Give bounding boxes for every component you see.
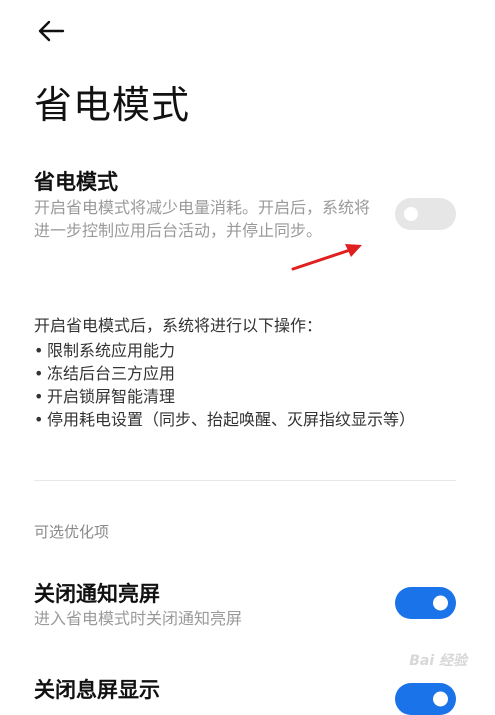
bullet-icon: • [34, 341, 44, 360]
notification-wake-toggle[interactable] [395, 587, 456, 619]
bullet-icon: • [34, 387, 44, 406]
toggle-knob [433, 691, 448, 707]
always-on-display-title: 关闭息屏显示 [34, 678, 160, 702]
back-button[interactable] [34, 16, 68, 46]
watermark-text: Bai 经验 [409, 653, 467, 669]
list-item: • 限制系统应用能力 [34, 341, 176, 360]
power-saving-toggle[interactable] [395, 198, 456, 230]
notification-wake-description: 进入省电模式时关闭通知亮屏 [34, 609, 243, 628]
arrow-left-icon [38, 20, 65, 42]
page-title: 省电模式 [34, 83, 191, 127]
list-item: • 开启锁屏智能清理 [34, 387, 176, 406]
always-on-display-toggle[interactable] [395, 683, 456, 715]
bullet-icon: • [34, 410, 44, 429]
info-intro: 开启省电模式后，系统将进行以下操作： [34, 316, 323, 335]
toggle-knob [404, 207, 418, 221]
toggle-knob [433, 595, 448, 611]
annotation-arrow-icon [291, 244, 362, 271]
bullet-icon: • [34, 364, 44, 383]
notification-wake-title: 关闭通知亮屏 [34, 582, 160, 606]
info-list: • 限制系统应用能力 • 冻结后台三方应用 • 开启锁屏智能清理 • 停用耗电设置（同步… [34, 339, 415, 431]
optional-section-header: 可选优化项 [34, 523, 110, 541]
section-divider [34, 480, 456, 481]
power-saving-title: 省电模式 [34, 170, 118, 194]
power-saving-description: 开启省电模式将减少电量消耗。开启后，系统将进一步控制应用后台活动，并停止同步。 [34, 198, 371, 240]
list-item: • 冻结后台三方应用 [34, 364, 176, 383]
list-item: • 停用耗电设置（同步、抬起唤醒、灭屏指纹显示等） [34, 410, 416, 429]
